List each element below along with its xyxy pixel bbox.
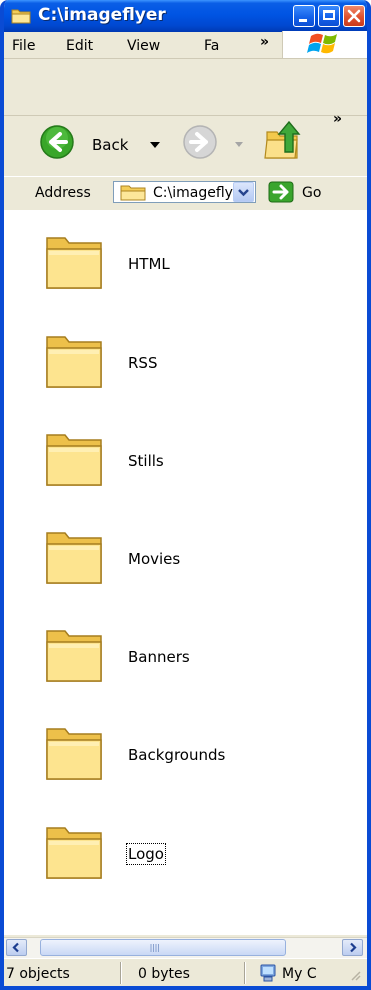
resize-grip-icon[interactable] — [350, 970, 362, 982]
scroll-left-button[interactable] — [6, 939, 27, 956]
status-divider — [244, 962, 246, 984]
scroll-grip-icon — [150, 944, 159, 952]
folder-icon[interactable] — [43, 232, 107, 294]
folder-icon[interactable] — [43, 723, 107, 785]
folder-name[interactable]: Banners — [128, 648, 190, 666]
forward-button[interactable] — [182, 124, 218, 160]
window-title: C:\imageflyer — [38, 5, 166, 25]
status-divider — [120, 962, 122, 984]
folder-name[interactable]: RSS — [128, 354, 157, 372]
minimize-icon — [299, 19, 307, 22]
scroll-thumb[interactable] — [40, 939, 286, 956]
back-button[interactable] — [39, 124, 75, 160]
windows-logo-icon — [307, 33, 337, 54]
computer-icon — [260, 964, 276, 982]
maximize-button[interactable] — [318, 5, 340, 27]
folder-icon[interactable] — [43, 331, 107, 393]
status-object-count: 7 objects — [6, 966, 70, 982]
folder-icon — [11, 9, 31, 24]
menu-bar: File Edit View Fa » — [4, 31, 367, 59]
folder-name[interactable]: HTML — [128, 255, 170, 273]
close-button[interactable] — [343, 5, 365, 27]
menu-favorites[interactable]: Fa — [204, 38, 219, 54]
explorer-window: C:\imageflyer File Edit View Fa » Back »… — [0, 0, 371, 990]
address-folder-icon — [120, 185, 146, 201]
address-dropdown-button[interactable] — [233, 182, 254, 202]
back-dropdown-arrow-icon[interactable] — [150, 142, 160, 148]
close-icon — [347, 9, 361, 23]
back-label[interactable]: Back — [92, 136, 128, 154]
folder-name[interactable]: Stills — [128, 452, 164, 470]
toolbar-overflow[interactable]: » — [333, 111, 342, 127]
menu-file[interactable]: File — [12, 38, 35, 54]
chevron-left-icon — [12, 942, 19, 953]
title-bar[interactable]: C:\imageflyer — [4, 0, 367, 32]
go-arrow-icon[interactable] — [268, 181, 294, 203]
chevron-right-icon — [350, 942, 357, 953]
folder-icon[interactable] — [43, 822, 107, 884]
folder-icon[interactable] — [43, 527, 107, 589]
menu-edit[interactable]: Edit — [66, 38, 93, 54]
address-value[interactable]: C:\imageflyer — [153, 185, 233, 201]
forward-dropdown-arrow-icon — [235, 142, 243, 147]
menu-overflow[interactable]: » — [260, 34, 269, 50]
menu-view[interactable]: View — [127, 38, 160, 54]
folder-up-icon[interactable] — [263, 118, 305, 162]
minimize-button[interactable] — [293, 5, 315, 27]
windows-brand — [282, 31, 367, 58]
folder-name[interactable]: Backgrounds — [128, 746, 225, 764]
chevron-down-icon — [238, 189, 249, 197]
standard-toolbar — [4, 59, 367, 116]
status-zone: My C — [282, 966, 317, 982]
scroll-right-button[interactable] — [342, 939, 363, 956]
folder-icon[interactable] — [43, 429, 107, 491]
folder-name[interactable]: Logo — [126, 843, 166, 865]
status-size: 0 bytes — [138, 966, 190, 982]
maximize-icon — [323, 10, 335, 20]
go-button-label[interactable]: Go — [302, 185, 321, 201]
folder-icon[interactable] — [43, 625, 107, 687]
address-label: Address — [35, 185, 91, 201]
folder-name[interactable]: Movies — [128, 550, 180, 568]
